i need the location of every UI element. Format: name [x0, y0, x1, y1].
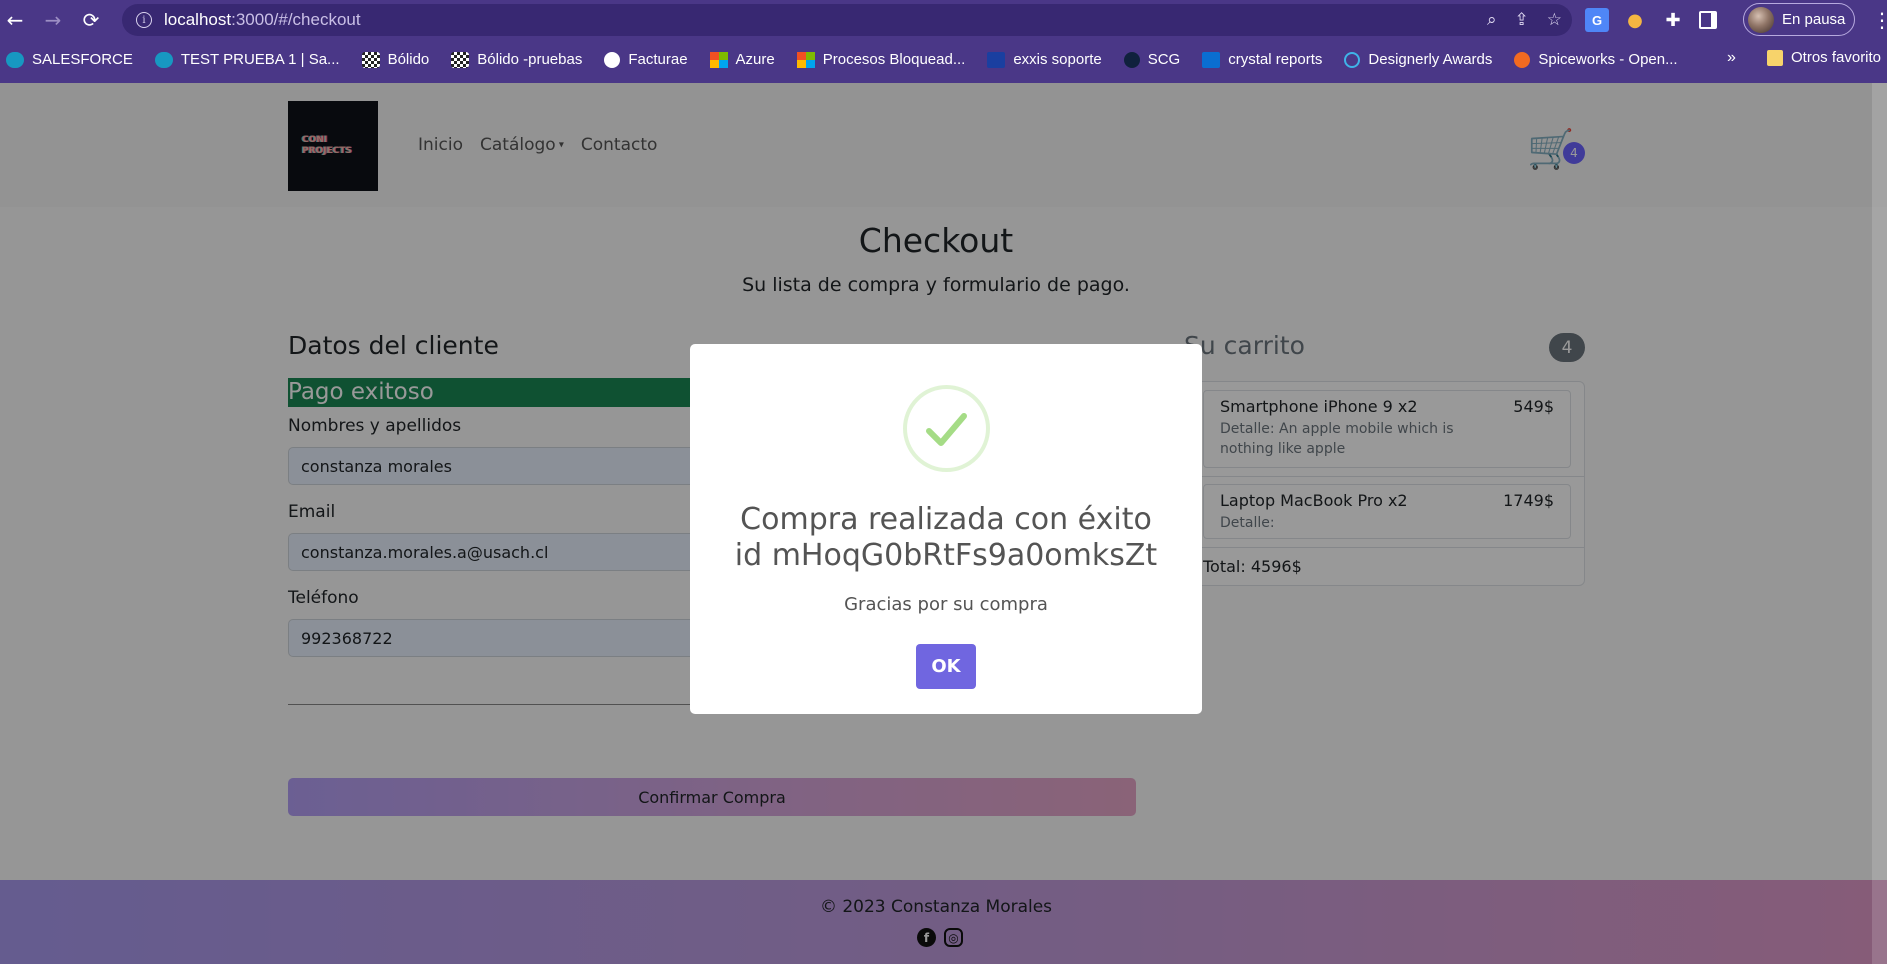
- bookmark-item[interactable]: exxis soporte: [987, 51, 1102, 68]
- browser-chrome: ← → ⟳ i localhost:3000/#/checkout ⌕ ⇪ ☆ …: [0, 0, 1887, 83]
- site-info-icon[interactable]: i: [136, 12, 152, 28]
- scrollbar[interactable]: [1872, 83, 1887, 964]
- bookmark-item[interactable]: crystal reports: [1202, 51, 1322, 68]
- scg-icon: [1123, 51, 1140, 68]
- microsoft-icon: [709, 51, 728, 68]
- facturae-icon: [604, 51, 621, 68]
- reload-icon[interactable]: ⟳: [76, 5, 106, 35]
- dialog-title: Compra realizada con éxito id mHoqG0bRtFs…: [734, 502, 1158, 573]
- designerly-icon: [1344, 51, 1361, 68]
- checkered-flag-icon: [361, 51, 380, 68]
- cookie-extension-icon[interactable]: ●: [1623, 8, 1647, 32]
- side-panel-icon[interactable]: [1699, 11, 1717, 29]
- url-text[interactable]: localhost:3000/#/checkout: [164, 10, 361, 30]
- bookmark-item[interactable]: Procesos Bloquead...: [796, 51, 965, 68]
- profile-button[interactable]: En pausa: [1743, 3, 1855, 36]
- bookmark-item[interactable]: SCG: [1123, 51, 1180, 68]
- avatar: [1748, 6, 1774, 33]
- success-check-icon: [903, 385, 990, 472]
- extensions-puzzle-icon[interactable]: ✚: [1661, 8, 1685, 32]
- spiceworks-icon: [1514, 51, 1531, 68]
- other-bookmarks[interactable]: Otros favorito: [1767, 49, 1881, 66]
- google-translate-icon[interactable]: G: [1585, 8, 1609, 32]
- share-icon[interactable]: ⇪: [1515, 10, 1529, 30]
- toolbar: ← → ⟳ i localhost:3000/#/checkout ⌕ ⇪ ☆ …: [0, 0, 1887, 40]
- address-bar[interactable]: i localhost:3000/#/checkout ⌕ ⇪ ☆: [122, 4, 1572, 36]
- checkered-flag-icon: [451, 51, 470, 68]
- folder-icon: [1767, 49, 1783, 66]
- profile-status: En pausa: [1782, 11, 1846, 28]
- success-dialog: Compra realizada con éxito id mHoqG0bRtFs…: [690, 344, 1202, 714]
- bookmark-item[interactable]: Facturae: [604, 51, 688, 68]
- extensions-area: G ● ✚: [1585, 4, 1717, 36]
- bookmark-item[interactable]: Designerly Awards: [1344, 51, 1492, 68]
- bookmark-item[interactable]: Bólido -pruebas: [451, 51, 582, 68]
- exxis-icon: [987, 51, 1006, 68]
- microsoft-icon: [796, 51, 815, 68]
- bookmark-item[interactable]: Spiceworks - Open...: [1514, 51, 1678, 68]
- menu-kebab-icon[interactable]: ⋮: [1872, 8, 1887, 32]
- ok-button[interactable]: OK: [916, 644, 976, 689]
- bookmark-item[interactable]: SALESFORCE: [6, 51, 133, 68]
- bookmarks-bar: SALESFORCE TEST PRUEBA 1 | Sa... Bólido …: [0, 41, 1887, 78]
- bookmark-item[interactable]: TEST PRUEBA 1 | Sa...: [154, 51, 340, 68]
- salesforce-icon: [154, 51, 173, 68]
- bookmark-star-icon[interactable]: ☆: [1547, 10, 1562, 30]
- bookmark-item[interactable]: Bólido: [361, 51, 429, 68]
- dialog-text: Gracias por su compra: [844, 594, 1048, 615]
- salesforce-icon: [6, 51, 24, 68]
- zoom-icon[interactable]: ⌕: [1487, 10, 1497, 30]
- back-icon[interactable]: ←: [0, 5, 30, 35]
- bookmark-item[interactable]: Azure: [709, 51, 775, 68]
- forward-icon[interactable]: →: [38, 5, 68, 35]
- sap-icon: [1202, 51, 1221, 68]
- more-bookmarks-icon[interactable]: »: [1727, 49, 1736, 67]
